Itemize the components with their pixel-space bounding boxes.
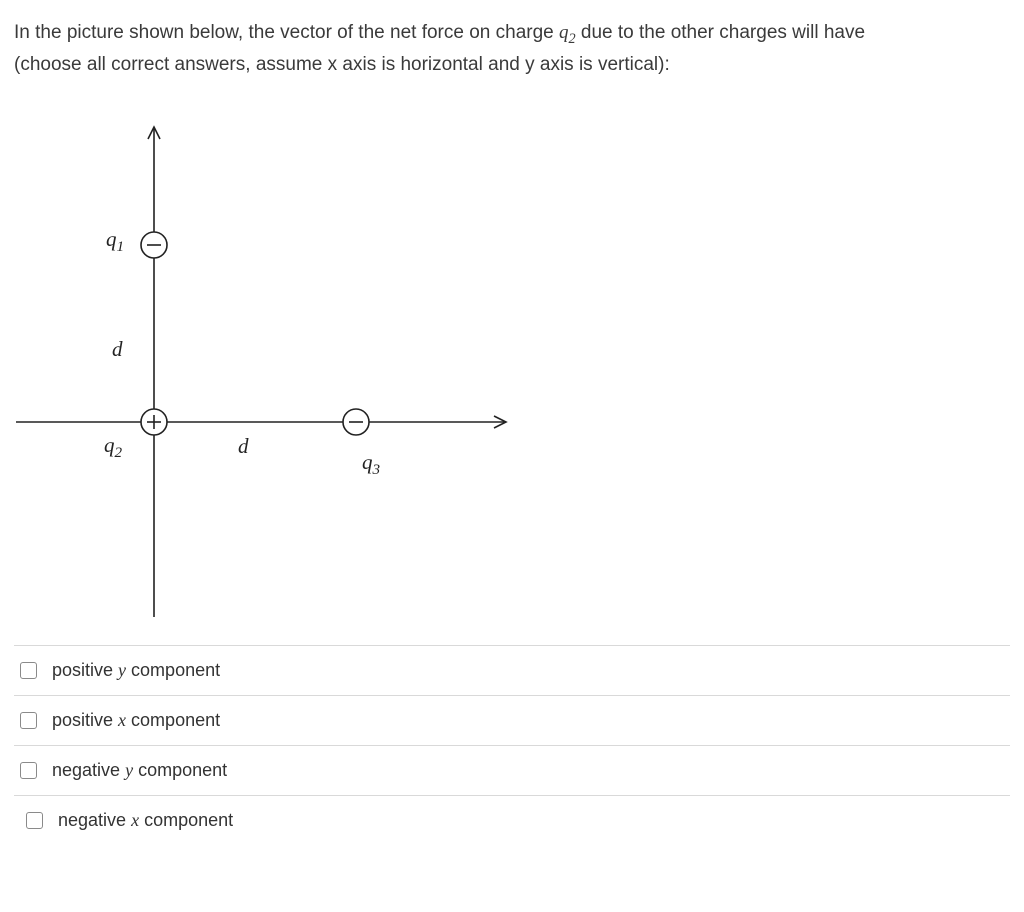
diagram: q1 d q2 d q3 bbox=[4, 87, 524, 627]
label-q3-sym: q bbox=[362, 450, 373, 474]
answer-1-pre: positive bbox=[52, 660, 118, 680]
answer-option-4[interactable]: negative x component bbox=[14, 795, 1010, 845]
checkbox-3[interactable] bbox=[20, 762, 37, 779]
answer-4-post: component bbox=[139, 810, 233, 830]
answer-2-post: component bbox=[126, 710, 220, 730]
answer-1-post: component bbox=[126, 660, 220, 680]
symbol-q-sub: 2 bbox=[569, 31, 576, 47]
question-line1b: due to the other charges will have bbox=[576, 22, 865, 43]
answer-text-2: positive x component bbox=[52, 710, 220, 731]
answer-2-var: x bbox=[118, 710, 126, 730]
label-q1: q1 bbox=[106, 227, 124, 256]
checkbox-2[interactable] bbox=[20, 712, 37, 729]
label-q2: q2 bbox=[104, 433, 122, 462]
answer-3-post: component bbox=[133, 760, 227, 780]
answer-2-pre: positive bbox=[52, 710, 118, 730]
label-q3: q3 bbox=[362, 450, 380, 479]
label-d-upper: d bbox=[112, 337, 123, 362]
answer-text-4: negative x component bbox=[58, 810, 233, 831]
answer-4-var: x bbox=[131, 810, 139, 830]
answer-option-2[interactable]: positive x component bbox=[14, 695, 1010, 745]
question-prompt: In the picture shown below, the vector o… bbox=[14, 18, 1010, 79]
answer-option-1[interactable]: positive y component bbox=[14, 645, 1010, 695]
label-q3-sub: 3 bbox=[373, 463, 381, 479]
question-line1a: In the picture shown below, the vector o… bbox=[14, 22, 559, 43]
symbol-q: q bbox=[559, 22, 569, 43]
label-q1-sub: 1 bbox=[117, 240, 125, 256]
question-line2: (choose all correct answers, assume x ax… bbox=[14, 54, 670, 75]
answer-3-pre: negative bbox=[52, 760, 125, 780]
label-d-right: d bbox=[238, 434, 249, 459]
answer-1-var: y bbox=[118, 660, 126, 680]
answer-list: positive y component positive x componen… bbox=[14, 645, 1010, 845]
answer-4-pre: negative bbox=[58, 810, 131, 830]
answer-option-3[interactable]: negative y component bbox=[14, 745, 1010, 795]
checkbox-4[interactable] bbox=[26, 812, 43, 829]
checkbox-1[interactable] bbox=[20, 662, 37, 679]
answer-text-1: positive y component bbox=[52, 660, 220, 681]
diagram-svg bbox=[4, 87, 524, 627]
label-q1-sym: q bbox=[106, 227, 117, 251]
label-q2-sym: q bbox=[104, 433, 115, 457]
answer-text-3: negative y component bbox=[52, 760, 227, 781]
answer-3-var: y bbox=[125, 760, 133, 780]
label-q2-sub: 2 bbox=[115, 446, 123, 462]
